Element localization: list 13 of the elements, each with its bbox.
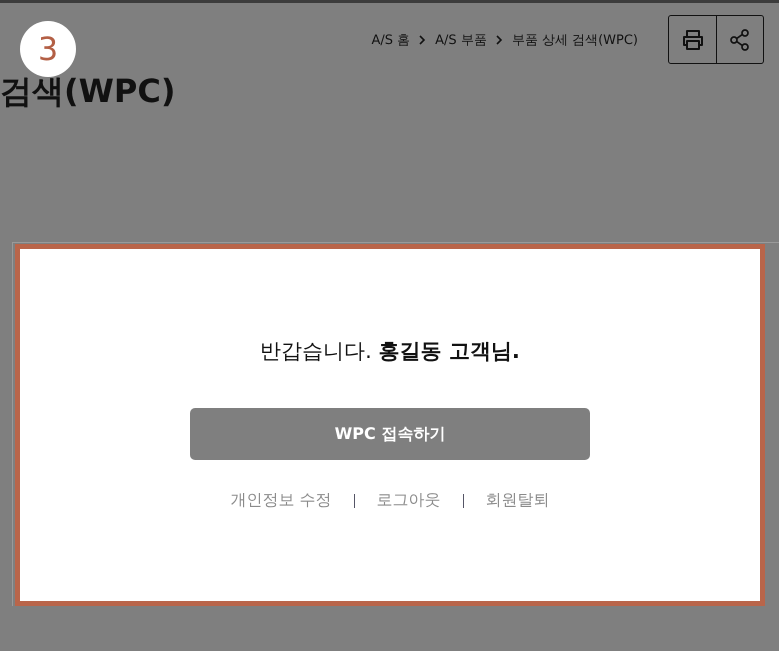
step-badge: 3 bbox=[20, 21, 76, 77]
chevron-icon bbox=[419, 34, 426, 44]
breadcrumb-link[interactable]: A/S 부품 bbox=[435, 30, 487, 48]
printer-icon bbox=[680, 28, 704, 50]
account-link[interactable]: 로그아웃 bbox=[376, 490, 441, 511]
account-link[interactable]: 개인정보 수정 bbox=[230, 490, 332, 511]
breadcrumb-link[interactable]: A/S 홈 bbox=[371, 30, 410, 48]
chevron-icon bbox=[496, 34, 503, 44]
connect-button[interactable]: WPC 접속하기 bbox=[190, 408, 590, 460]
breadcrumb-link[interactable]: 부품 상세 검색(WPC) bbox=[512, 30, 638, 48]
greeting-text: 반갑습니다. 홍길동 고객님. bbox=[260, 338, 520, 365]
share-icon bbox=[730, 28, 750, 50]
account-link[interactable]: 회원탈퇴 bbox=[486, 490, 550, 511]
